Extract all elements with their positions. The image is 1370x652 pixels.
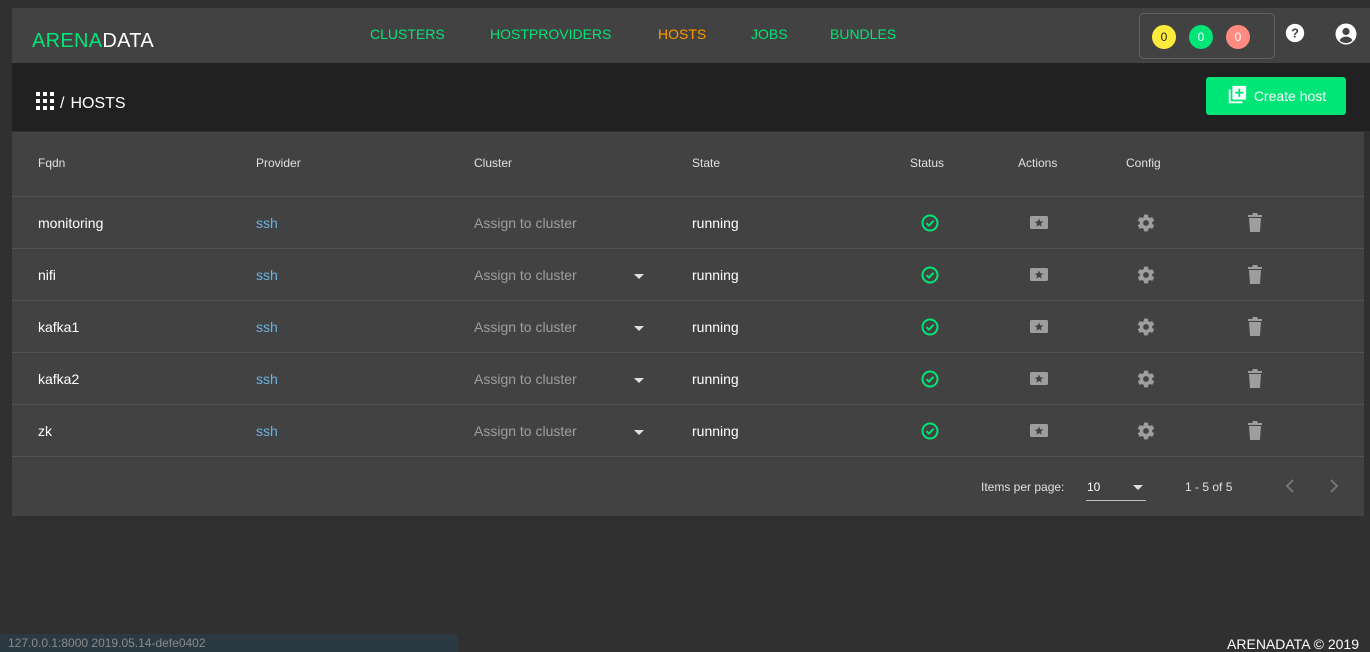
hosts-table: Fqdn Provider Cluster State Status Actio… [12, 132, 1364, 516]
status-ok-icon[interactable] [920, 421, 940, 446]
assign-cluster-select[interactable]: Assign to cluster [474, 267, 577, 283]
breadcrumb-current: HOSTS [70, 94, 126, 112]
actions-icon[interactable] [1029, 213, 1049, 236]
page-size-underline [1086, 500, 1146, 501]
column-header-config: Config [1126, 156, 1161, 170]
arenadata-logo[interactable]: ARENADATA [32, 30, 154, 53]
stat-running-badge[interactable]: 0 [1152, 25, 1176, 49]
version-info: 127.0.0.1:8000 2019.05.14-defe0402 [0, 634, 458, 652]
host-fqdn[interactable]: kafka2 [38, 371, 79, 387]
host-state: running [692, 319, 739, 335]
help-icon[interactable]: ? [1284, 22, 1306, 49]
gear-icon[interactable] [1136, 317, 1156, 342]
nav-jobs[interactable]: JOBS [751, 26, 788, 42]
column-header-fqdn[interactable]: Fqdn [38, 156, 65, 170]
copyright: ARENADATA © 2019 [1227, 636, 1359, 652]
svg-text:?: ? [1291, 26, 1299, 41]
create-host-button[interactable]: Create host [1206, 77, 1346, 115]
nav-hosts[interactable]: HOSTS [658, 26, 706, 42]
host-fqdn[interactable]: zk [38, 423, 52, 439]
delete-icon[interactable] [1248, 265, 1262, 290]
breadcrumb: / HOSTS [36, 92, 126, 115]
chevron-down-icon[interactable] [634, 274, 644, 279]
logo-data: DATA [102, 30, 154, 52]
gear-icon[interactable] [1136, 213, 1156, 238]
stat-success-badge[interactable]: 0 [1189, 25, 1213, 49]
column-header-cluster: Cluster [474, 156, 513, 170]
gear-icon[interactable] [1136, 421, 1156, 446]
page-header: / HOSTS Create host [12, 63, 1370, 131]
delete-icon[interactable] [1248, 421, 1262, 446]
host-provider-link[interactable]: ssh [256, 371, 278, 387]
page-size-select[interactable]: 10 [1087, 480, 1100, 494]
items-per-page-label: Items per page: [981, 480, 1065, 494]
actions-icon[interactable] [1029, 421, 1049, 444]
top-toolbar: ARENADATA CLUSTERS HOSTPROVIDERS HOSTS J… [12, 8, 1370, 63]
table-row[interactable]: kafka2 ssh Assign to cluster running [12, 352, 1364, 404]
apps-grid-icon[interactable] [36, 92, 54, 115]
delete-icon[interactable] [1248, 213, 1262, 238]
account-icon[interactable] [1334, 22, 1358, 51]
page-size-caret-icon[interactable] [1133, 485, 1143, 490]
host-fqdn[interactable]: kafka1 [38, 319, 79, 335]
column-header-provider[interactable]: Provider [256, 156, 301, 170]
gear-icon[interactable] [1136, 265, 1156, 290]
host-provider-link[interactable]: ssh [256, 423, 278, 439]
nav-hostproviders[interactable]: HOSTPROVIDERS [490, 26, 611, 42]
delete-icon[interactable] [1248, 317, 1262, 342]
column-header-status: Status [910, 156, 945, 170]
library-add-icon [1226, 84, 1248, 109]
stat-failed-badge[interactable]: 0 [1226, 25, 1250, 49]
actions-icon[interactable] [1029, 317, 1049, 340]
page-range-label: 1 - 5 of 5 [1185, 480, 1233, 494]
host-fqdn[interactable]: nifi [38, 267, 56, 283]
job-stats: 0 0 0 [1139, 13, 1275, 59]
status-ok-icon[interactable] [920, 317, 940, 342]
column-header-state[interactable]: State [692, 156, 720, 170]
nav-clusters[interactable]: CLUSTERS [370, 26, 445, 42]
host-provider-link[interactable]: ssh [256, 267, 278, 283]
column-header-actions: Actions [1018, 156, 1058, 170]
status-ok-icon[interactable] [920, 213, 940, 238]
host-state: running [692, 267, 739, 283]
host-fqdn[interactable]: monitoring [38, 215, 103, 231]
host-provider-link[interactable]: ssh [256, 319, 278, 335]
assign-cluster-select[interactable]: Assign to cluster [474, 423, 577, 439]
host-provider-link[interactable]: ssh [256, 215, 278, 231]
nav-bundles[interactable]: BUNDLES [830, 26, 896, 42]
assign-cluster-select[interactable]: Assign to cluster [474, 371, 577, 387]
breadcrumb-separator: / [60, 94, 65, 112]
host-state: running [692, 371, 739, 387]
paginator: Items per page: 10 1 - 5 of 5 [12, 456, 1364, 516]
status-ok-icon[interactable] [920, 369, 940, 394]
chevron-down-icon[interactable] [634, 378, 644, 383]
previous-page-icon[interactable] [1283, 477, 1299, 500]
table-row[interactable]: zk ssh Assign to cluster running [12, 404, 1364, 456]
table-row[interactable]: nifi ssh Assign to cluster running [12, 248, 1364, 300]
chevron-down-icon[interactable] [634, 430, 644, 435]
actions-icon[interactable] [1029, 265, 1049, 288]
next-page-icon[interactable] [1325, 477, 1341, 500]
actions-icon[interactable] [1029, 369, 1049, 392]
assign-cluster-select[interactable]: Assign to cluster [474, 319, 577, 335]
assign-cluster-select[interactable]: Assign to cluster [474, 215, 577, 231]
create-host-label: Create host [1253, 88, 1327, 104]
host-state: running [692, 215, 739, 231]
host-state: running [692, 423, 739, 439]
status-ok-icon[interactable] [920, 265, 940, 290]
chevron-down-icon[interactable] [634, 326, 644, 331]
delete-icon[interactable] [1248, 369, 1262, 394]
table-row[interactable]: monitoring ssh Assign to cluster running [12, 196, 1364, 248]
table-row[interactable]: kafka1 ssh Assign to cluster running [12, 300, 1364, 352]
gear-icon[interactable] [1136, 369, 1156, 394]
logo-arena: ARENA [32, 30, 103, 52]
